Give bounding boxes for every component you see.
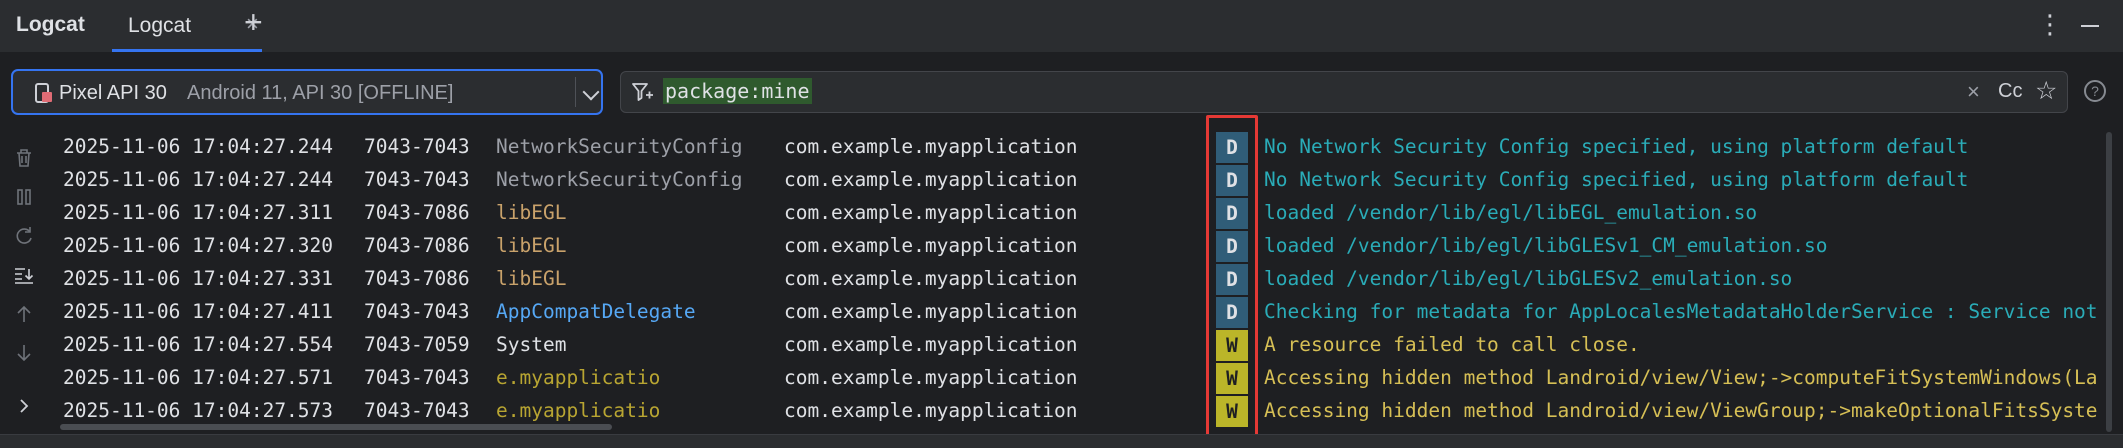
log-row[interactable]: 2025-11-06 17:04:27.244 7043-7043 Networ… — [48, 130, 2108, 163]
active-tab-indicator — [112, 49, 262, 52]
log-tag: e.myapplicatio — [496, 399, 661, 422]
log-message: loaded /vendor/lib/egl/libGLESv2_emulati… — [1264, 267, 1793, 290]
log-pid-tid: 7043-7086 — [364, 201, 470, 224]
arrow-down-icon[interactable] — [12, 341, 36, 365]
favorite-icon[interactable]: ☆ — [2035, 76, 2057, 106]
clear-icon[interactable]: × — [1967, 79, 1980, 105]
log-package: com.example.myapplication — [784, 300, 1078, 323]
log-timestamp: 2025-11-06 17:04:27.571 — [63, 366, 334, 389]
log-row[interactable]: 2025-11-06 17:04:27.244 7043-7043 Networ… — [48, 163, 2108, 196]
device-selector[interactable]: Pixel API 30 Android 11, API 30 [OFFLINE… — [11, 69, 603, 115]
status-bar — [0, 434, 2123, 448]
tool-window-header: Logcat Logcat × + ⋮ — [0, 0, 2123, 53]
log-timestamp: 2025-11-06 17:04:27.244 — [63, 135, 334, 158]
device-icon — [35, 83, 52, 103]
log-message: Checking for metadata for AppLocalesMeta… — [1264, 300, 2098, 323]
log-timestamp: 2025-11-06 17:04:27.320 — [63, 234, 334, 257]
log-timestamp: 2025-11-06 17:04:27.244 — [63, 168, 334, 191]
log-message: A resource failed to call close. — [1264, 333, 1640, 356]
vertical-scrollbar[interactable] — [2106, 132, 2112, 432]
log-row[interactable]: 2025-11-06 17:04:27.573 7043-7043 e.myap… — [48, 394, 2108, 427]
trash-icon[interactable] — [12, 146, 36, 170]
log-pid-tid: 7043-7043 — [364, 399, 470, 422]
arrow-up-icon[interactable] — [12, 302, 36, 326]
log-tag: NetworkSecurityConfig — [496, 168, 743, 191]
log-tag: e.myapplicatio — [496, 366, 661, 389]
tool-window-title: Logcat — [16, 13, 85, 36]
log-package: com.example.myapplication — [784, 399, 1078, 422]
scroll-to-end-icon[interactable] — [12, 263, 36, 287]
log-package: com.example.myapplication — [784, 168, 1078, 191]
log-tag: NetworkSecurityConfig — [496, 135, 743, 158]
log-message: Accessing hidden method Landroid/view/Vi… — [1264, 399, 2098, 422]
log-package: com.example.myapplication — [784, 135, 1078, 158]
log-timestamp: 2025-11-06 17:04:27.411 — [63, 300, 334, 323]
log-package: com.example.myapplication — [784, 201, 1078, 224]
match-case-button[interactable]: Cc — [1998, 80, 2022, 103]
log-message: No Network Security Config specified, us… — [1264, 168, 1969, 191]
filter-icon[interactable] — [631, 81, 655, 103]
log-message: Accessing hidden method Landroid/view/Vi… — [1264, 366, 2098, 389]
restart-icon[interactable] — [12, 224, 36, 248]
log-row[interactable]: 2025-11-06 17:04:27.571 7043-7043 e.myap… — [48, 361, 2108, 394]
device-name: Pixel API 30 — [59, 82, 167, 104]
log-tag: libEGL — [496, 267, 567, 290]
filter-input[interactable]: package:mine × Cc ☆ — [620, 71, 2068, 113]
log-row[interactable]: 2025-11-06 17:04:27.554 7043-7059 System… — [48, 328, 2108, 361]
log-output[interactable]: 2025-11-06 17:04:27.244 7043-7043 Networ… — [48, 130, 2108, 430]
pause-icon[interactable] — [12, 185, 36, 209]
log-pid-tid: 7043-7043 — [364, 135, 470, 158]
log-pid-tid: 7043-7043 — [364, 366, 470, 389]
log-timestamp: 2025-11-06 17:04:27.554 — [63, 333, 334, 356]
log-row[interactable]: 2025-11-06 17:04:27.320 7043-7086 libEGL… — [48, 229, 2108, 262]
log-pid-tid: 7043-7059 — [364, 333, 470, 356]
log-timestamp: 2025-11-06 17:04:27.331 — [63, 267, 334, 290]
log-message: loaded /vendor/lib/egl/libGLESv1_CM_emul… — [1264, 234, 1828, 257]
log-package: com.example.myapplication — [784, 234, 1078, 257]
filter-query[interactable]: package:mine — [663, 78, 812, 104]
log-tag: libEGL — [496, 234, 567, 257]
more-options-icon[interactable]: ⋮ — [2037, 11, 2063, 37]
chevron-right-icon[interactable] — [12, 394, 36, 418]
log-message: No Network Security Config specified, us… — [1264, 135, 1969, 158]
log-tag: libEGL — [496, 201, 567, 224]
tab-label: Logcat — [128, 14, 192, 37]
log-row[interactable]: 2025-11-06 17:04:27.311 7043-7086 libEGL… — [48, 196, 2108, 229]
chevron-down-icon[interactable] — [582, 83, 600, 101]
minimize-icon[interactable] — [2081, 25, 2099, 27]
log-message: loaded /vendor/lib/egl/libEGL_emulation.… — [1264, 201, 1758, 224]
log-row[interactable]: 2025-11-06 17:04:27.331 7043-7086 libEGL… — [48, 262, 2108, 295]
horizontal-scrollbar[interactable] — [60, 424, 612, 430]
log-pid-tid: 7043-7043 — [364, 300, 470, 323]
log-timestamp: 2025-11-06 17:04:27.573 — [63, 399, 334, 422]
add-tab-icon[interactable]: + — [244, 6, 263, 38]
log-pid-tid: 7043-7043 — [364, 168, 470, 191]
log-pid-tid: 7043-7086 — [364, 234, 470, 257]
device-detail: Android 11, API 30 [OFFLINE] — [187, 82, 454, 104]
log-timestamp: 2025-11-06 17:04:27.311 — [63, 201, 334, 224]
log-package: com.example.myapplication — [784, 366, 1078, 389]
help-icon[interactable]: ? — [2084, 80, 2106, 102]
log-package: com.example.myapplication — [784, 267, 1078, 290]
log-tag: System — [496, 333, 567, 356]
log-row[interactable]: 2025-11-06 17:04:27.411 7043-7043 AppCom… — [48, 295, 2108, 328]
log-pid-tid: 7043-7086 — [364, 267, 470, 290]
log-tag: AppCompatDelegate — [496, 300, 696, 323]
level-column-highlight — [1206, 115, 1258, 439]
divider — [575, 77, 576, 107]
log-package: com.example.myapplication — [784, 333, 1078, 356]
